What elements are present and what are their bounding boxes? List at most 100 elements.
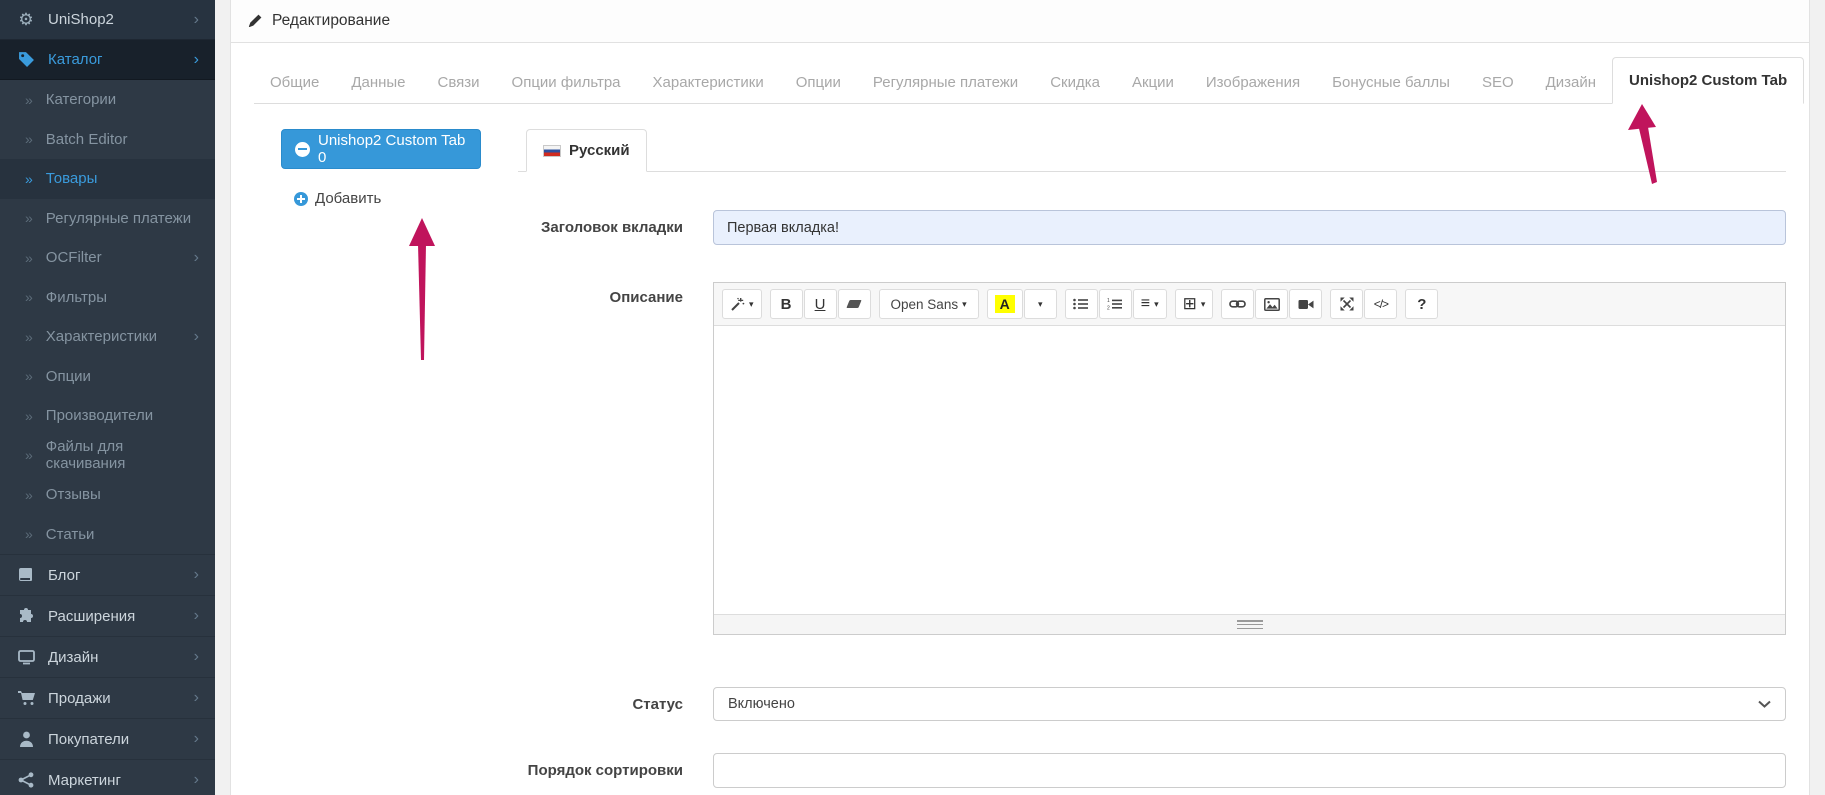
puzzle-icon (16, 608, 36, 624)
caret-down-icon: ▾ (1037, 298, 1043, 309)
chevron-right-icon: › (193, 648, 199, 665)
caret-down-icon: ▾ (962, 298, 967, 309)
tab-general[interactable]: Общие (254, 62, 335, 103)
russian-flag-icon (543, 144, 561, 157)
main-content: Редактирование Общие Данные Связи Опции … (215, 0, 1825, 795)
insert-image-button[interactable] (1255, 289, 1289, 319)
sort-order-label: Порядок сортировки (527, 762, 683, 779)
page-title: Редактирование (272, 12, 391, 29)
font-family-button[interactable]: Open Sans ▾ (878, 289, 979, 319)
sidebar-item-options[interactable]: » Опции (0, 356, 215, 396)
pencil-icon (248, 14, 262, 28)
sidebar-item-extensions[interactable]: Расширения › (0, 595, 215, 636)
description-label: Описание (609, 289, 683, 306)
caret-down-icon: ▾ (1200, 298, 1206, 309)
tab-unishop2-custom[interactable]: Unishop2 Custom Tab (1612, 57, 1805, 104)
tab-seo[interactable]: SEO (1466, 62, 1530, 103)
sidebar-item-articles[interactable]: » Статьи (0, 514, 215, 554)
sidebar-item-sales[interactable]: Продажи › (0, 677, 215, 718)
double-angle-icon: » (25, 486, 33, 503)
double-angle-icon: » (25, 368, 33, 385)
sidebar-item-products[interactable]: » Товары (0, 159, 215, 199)
tab-data[interactable]: Данные (335, 62, 421, 103)
underline-button[interactable]: U (803, 289, 837, 319)
text-color-dropdown-button[interactable]: ▾ (1023, 289, 1057, 319)
tab-options[interactable]: Опции (780, 62, 857, 103)
tab-filter-options[interactable]: Опции фильтра (496, 62, 637, 103)
paragraph-align-button[interactable]: ≡ ▾ (1132, 289, 1167, 319)
chevron-right-icon: › (193, 771, 199, 788)
sidebar-item-reviews[interactable]: » Отзывы (0, 475, 215, 515)
share-icon (16, 772, 36, 788)
custom-tab-0-button[interactable]: Unishop2 Custom Tab 0 (281, 129, 481, 169)
sidebar-item-blog[interactable]: Блог › (0, 554, 215, 595)
cart-icon (16, 690, 36, 706)
ordered-list-button[interactable]: 12 (1098, 289, 1132, 319)
description-editing-area[interactable] (714, 326, 1785, 614)
double-angle-icon: » (25, 526, 33, 543)
product-tabs: Общие Данные Связи Опции фильтра Характе… (254, 57, 1805, 104)
sidebar-item-catalog[interactable]: Каталог › (0, 40, 215, 80)
double-angle-icon: » (25, 289, 33, 306)
sidebar: ⚙ UniShop2 › Каталог › » Категории » Bat… (0, 0, 215, 795)
sidebar-item-filters[interactable]: » Фильтры (0, 277, 215, 317)
insert-link-button[interactable] (1221, 289, 1255, 319)
sidebar-item-recurring-payments[interactable]: » Регулярные платежи (0, 198, 215, 238)
tag-icon (16, 51, 36, 68)
sidebar-item-manufacturers[interactable]: » Производители (0, 396, 215, 436)
align-lines-icon: ≡ (1140, 295, 1151, 312)
chevron-right-icon: › (193, 327, 199, 345)
tab-language-russian[interactable]: Русский (526, 129, 647, 172)
tab-design[interactable]: Дизайн (1530, 62, 1612, 103)
minus-circle-icon[interactable] (295, 141, 310, 157)
sidebar-item-design[interactable]: Дизайн › (0, 636, 215, 677)
tab-special[interactable]: Акции (1116, 62, 1190, 103)
sidebar-item-marketing[interactable]: Маркетинг › (0, 759, 215, 795)
chevron-right-icon: › (193, 566, 199, 583)
editor-resize-grip[interactable] (1236, 620, 1263, 629)
tab-title-label: Заголовок вкладки (541, 219, 683, 236)
double-angle-icon: » (25, 170, 33, 187)
insert-video-button[interactable] (1289, 289, 1323, 319)
bold-button[interactable]: B (769, 289, 803, 319)
sidebar-item-customers[interactable]: Покупатели › (0, 718, 215, 759)
clear-formatting-button[interactable] (837, 289, 871, 319)
unordered-list-button[interactable] (1064, 289, 1098, 319)
sidebar-item-ocfilter[interactable]: » OCFilter › (0, 238, 215, 278)
sidebar-item-unishop2[interactable]: ⚙ UniShop2 › (0, 0, 215, 40)
tab-title-input[interactable] (713, 210, 1786, 245)
chevron-right-icon: › (193, 689, 199, 706)
sidebar-item-attributes[interactable]: » Характеристики › (0, 317, 215, 357)
user-icon (16, 731, 36, 747)
help-button[interactable]: ? (1405, 289, 1439, 319)
monitor-icon (16, 649, 36, 665)
double-angle-icon: » (25, 91, 33, 108)
editor-statusbar (714, 614, 1785, 634)
sidebar-item-batch-editor[interactable]: » Batch Editor (0, 119, 215, 159)
tab-attributes[interactable]: Характеристики (637, 62, 780, 103)
sidebar-item-downloads[interactable]: » Файлы для скачивания (0, 435, 215, 475)
sort-order-input[interactable] (713, 753, 1786, 788)
svg-text:1: 1 (1107, 298, 1110, 304)
tab-recurring[interactable]: Регулярные платежи (857, 62, 1034, 103)
chevron-right-icon: › (193, 607, 199, 624)
tab-links[interactable]: Связи (422, 62, 496, 103)
chevron-right-icon: › (193, 50, 199, 68)
sidebar-item-categories[interactable]: » Категории (0, 80, 215, 120)
caret-down-icon: ▾ (749, 298, 754, 309)
text-color-button[interactable]: A (986, 289, 1023, 319)
table-button[interactable]: ⊞ ▾ (1174, 289, 1214, 319)
tab-reward-points[interactable]: Бонусные баллы (1316, 62, 1466, 103)
tab-discount[interactable]: Скидка (1034, 62, 1116, 103)
book-icon (16, 567, 36, 583)
custom-tab-content: Unishop2 Custom Tab 0 Добавить Русский З… (254, 129, 1786, 788)
chevron-right-icon: › (193, 10, 199, 28)
add-tab-button[interactable]: Добавить (294, 190, 518, 207)
code-view-button[interactable]: </> (1364, 289, 1398, 319)
status-select[interactable]: Включено (713, 687, 1786, 721)
custom-tab-form: Русский Заголовок вкладки Описание (518, 129, 1786, 788)
tab-images[interactable]: Изображения (1190, 62, 1316, 103)
style-magic-button[interactable]: ▾ (722, 289, 762, 319)
fullscreen-button[interactable] (1330, 289, 1364, 319)
sort-order-row: Порядок сортировки (518, 753, 1786, 788)
